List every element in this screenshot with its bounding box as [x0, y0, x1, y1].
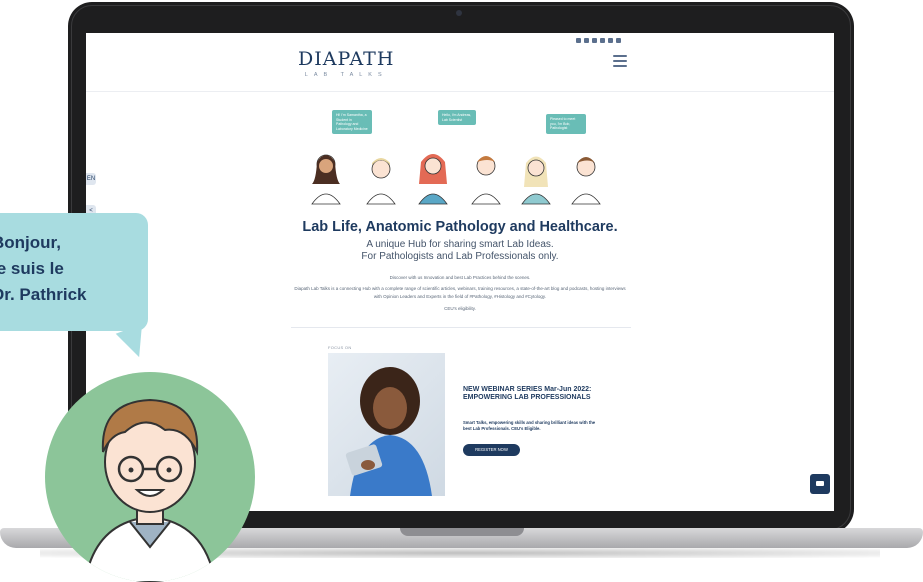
promo-photo	[328, 353, 445, 496]
linkedin-icon[interactable]	[600, 38, 605, 43]
site-header: DIAPATH LAB TALKS	[86, 33, 834, 92]
globe-icon[interactable]	[576, 38, 581, 43]
bubble-bob: Pleased to meet you, I'm Bob, Pathologis…	[546, 114, 586, 134]
character-group	[311, 154, 601, 205]
ceu-line: CEU's eligibility.	[444, 306, 476, 311]
speech-line-1: Bonjour,	[0, 233, 61, 252]
hero-title: Lab Life, Anatomic Pathology and Healthc…	[302, 219, 618, 235]
promo-title[interactable]: NEW WEBINAR SERIES Mar-Jun 2022: EMPOWER…	[463, 386, 603, 402]
logo-sub: LAB TALKS	[304, 72, 388, 78]
speech-line-3: Dr. Pathrick	[0, 285, 87, 304]
hero-subtitle-1: A unique Hub for sharing smart Lab Ideas…	[366, 239, 554, 250]
site-logo[interactable]: DIAPATH LAB TALKS	[298, 48, 394, 78]
focus-label: FOCUS ON	[328, 345, 352, 350]
bubble-andreas: Hello, I'm Andreas, Lab Scientist	[438, 110, 476, 125]
doctor-avatar	[45, 372, 255, 582]
camera-dot	[456, 10, 462, 16]
tiktok-icon[interactable]	[616, 38, 621, 43]
logo-main: DIAPATH	[298, 48, 395, 70]
chat-icon[interactable]	[810, 474, 830, 494]
hub-line-2: with Opinion Leaders and Experts in the …	[373, 294, 547, 299]
register-now-button[interactable]: REGISTER NOW	[463, 444, 520, 456]
discover-line: Discover with us Innovation and best Lab…	[389, 275, 531, 280]
promo-text: Smart Talks, empowering skills and shari…	[463, 420, 596, 431]
instagram-icon[interactable]	[592, 38, 597, 43]
laptop-base-notch	[400, 528, 524, 536]
hamburger-menu-icon[interactable]	[613, 55, 627, 70]
bubble-samantha: Hi! I'm Samantha, a Student in Pathology…	[332, 110, 372, 134]
section-divider	[291, 327, 631, 328]
mail-icon[interactable]	[608, 38, 613, 43]
speech-line-2: je suis le	[0, 259, 64, 278]
hero-subtitle-2: For Pathologists and Lab Professionals o…	[361, 251, 559, 262]
speech-text: Bonjour, je suis le Dr. Pathrick	[0, 230, 142, 308]
social-links	[576, 38, 621, 43]
language-tab[interactable]: EN	[86, 173, 96, 185]
facebook-icon[interactable]	[584, 38, 589, 43]
hub-line-1: Diapath Lab Talks is a connecting Hub wi…	[294, 286, 626, 291]
